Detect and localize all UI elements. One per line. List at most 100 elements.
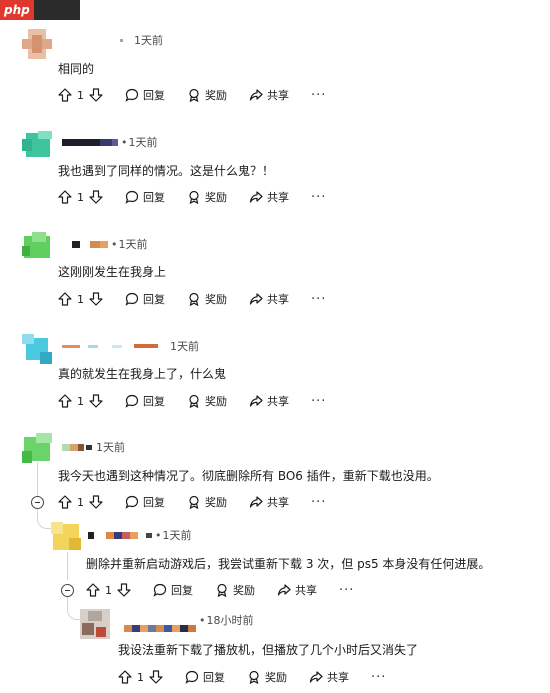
share-button[interactable]: 共享 bbox=[249, 87, 289, 103]
share-button[interactable]: 共享 bbox=[249, 494, 289, 510]
comment-actions: 1 回复 奖励 共享 ··· bbox=[58, 85, 326, 105]
reply-label: 回复 bbox=[143, 191, 165, 204]
share-button[interactable]: 共享 bbox=[309, 669, 349, 685]
upvote-icon[interactable] bbox=[58, 394, 72, 408]
award-button[interactable]: 奖励 bbox=[187, 494, 227, 510]
downvote-icon[interactable] bbox=[89, 495, 103, 509]
comment-text: 相同的 bbox=[58, 62, 95, 76]
username[interactable] bbox=[118, 623, 196, 633]
comment-actions: 1 回复 奖励 共享 ··· bbox=[58, 492, 326, 512]
upvote-icon[interactable] bbox=[118, 670, 132, 684]
more-options-button[interactable]: ··· bbox=[311, 190, 326, 205]
vote-group: 1 bbox=[58, 190, 103, 204]
timestamp[interactable]: 18小时前 bbox=[207, 612, 254, 628]
award-icon bbox=[189, 190, 199, 204]
comment-header: 1天前 bbox=[58, 338, 199, 354]
reply-button[interactable]: 回复 bbox=[125, 291, 165, 307]
share-label: 共享 bbox=[327, 671, 349, 684]
reply-button[interactable]: 回复 bbox=[125, 87, 165, 103]
username[interactable] bbox=[86, 530, 152, 540]
vote-count: 1 bbox=[77, 394, 84, 408]
more-options-button[interactable]: ··· bbox=[311, 292, 326, 307]
share-button[interactable]: 共享 bbox=[249, 291, 289, 307]
share-icon bbox=[249, 293, 263, 305]
vote-count: 1 bbox=[77, 190, 84, 204]
upvote-icon[interactable] bbox=[58, 495, 72, 509]
reply-bubble-icon bbox=[125, 88, 139, 102]
timestamp[interactable]: 1天前 bbox=[134, 32, 163, 48]
more-options-button[interactable]: ··· bbox=[311, 88, 326, 103]
avatar[interactable] bbox=[22, 131, 52, 161]
username[interactable] bbox=[58, 341, 158, 351]
more-options-button[interactable]: ··· bbox=[311, 394, 326, 409]
collapse-thread-button[interactable] bbox=[31, 496, 44, 509]
more-options-button[interactable]: ··· bbox=[339, 583, 354, 598]
avatar[interactable] bbox=[22, 29, 52, 59]
award-button[interactable]: 奖励 bbox=[187, 87, 227, 103]
reply-button[interactable]: 回复 bbox=[125, 393, 165, 409]
comment-text: 删除并重新启动游戏后，我尝试重新下载 3 次，但 ps5 本身没有任何进展。 bbox=[86, 557, 491, 571]
avatar[interactable] bbox=[22, 433, 52, 463]
timestamp[interactable]: 1天前 bbox=[170, 338, 199, 354]
more-options-button[interactable]: ··· bbox=[311, 495, 326, 510]
share-button[interactable]: 共享 bbox=[249, 189, 289, 205]
share-label: 共享 bbox=[267, 496, 289, 509]
reply-label: 回复 bbox=[203, 671, 225, 684]
timestamp[interactable]: 1天前 bbox=[96, 439, 125, 455]
award-icon bbox=[189, 394, 199, 408]
vote-group: 1 bbox=[58, 394, 103, 408]
award-label: 奖励 bbox=[205, 89, 227, 102]
share-label: 共享 bbox=[267, 89, 289, 102]
reply-label: 回复 bbox=[143, 293, 165, 306]
award-button[interactable]: 奖励 bbox=[187, 291, 227, 307]
downvote-icon[interactable] bbox=[149, 670, 163, 684]
downvote-icon[interactable] bbox=[89, 88, 103, 102]
upvote-icon[interactable] bbox=[58, 292, 72, 306]
vote-count: 1 bbox=[77, 495, 84, 509]
comment-text: 我也遇到了同样的情况。这是什么鬼？！ bbox=[58, 164, 275, 178]
comment-actions: 1 回复 奖励 共享 ··· bbox=[58, 187, 326, 207]
award-button[interactable]: 奖励 bbox=[215, 582, 255, 598]
award-label: 奖励 bbox=[265, 671, 287, 684]
comment-actions: 1 回复 奖励 共享 ··· bbox=[58, 391, 326, 411]
reply-button[interactable]: 回复 bbox=[185, 669, 225, 685]
comment-text: 我设法重新下载了播放机，但播放了几个小时后又消失了 bbox=[118, 643, 419, 657]
comment-text: 我今天也遇到这种情况了。彻底删除所有 BO6 插件，重新下载也没用。 bbox=[58, 469, 439, 483]
timestamp[interactable]: 1天前 bbox=[163, 527, 192, 543]
award-button[interactable]: 奖励 bbox=[187, 189, 227, 205]
reply-label: 回复 bbox=[143, 395, 165, 408]
avatar[interactable] bbox=[51, 522, 81, 552]
vote-count: 1 bbox=[77, 88, 84, 102]
downvote-icon[interactable] bbox=[89, 190, 103, 204]
timestamp[interactable]: 1天前 bbox=[129, 134, 158, 150]
share-button[interactable]: 共享 bbox=[249, 393, 289, 409]
vote-count: 1 bbox=[77, 292, 84, 306]
collapse-thread-button[interactable] bbox=[61, 584, 74, 597]
reply-label: 回复 bbox=[171, 584, 193, 597]
award-button[interactable]: 奖励 bbox=[247, 669, 287, 685]
reply-button[interactable]: 回复 bbox=[125, 189, 165, 205]
award-button[interactable]: 奖励 bbox=[187, 393, 227, 409]
username[interactable] bbox=[58, 442, 92, 452]
upvote-icon[interactable] bbox=[58, 88, 72, 102]
reply-button[interactable]: 回复 bbox=[125, 494, 165, 510]
comment-header: • 1天前 bbox=[86, 527, 192, 543]
share-button[interactable]: 共享 bbox=[277, 582, 317, 598]
username[interactable] bbox=[58, 35, 130, 45]
username[interactable] bbox=[58, 239, 108, 249]
reply-bubble-icon bbox=[185, 670, 199, 684]
avatar[interactable] bbox=[80, 609, 110, 639]
avatar[interactable] bbox=[22, 232, 52, 262]
downvote-icon[interactable] bbox=[89, 394, 103, 408]
share-icon bbox=[309, 671, 323, 683]
reply-button[interactable]: 回复 bbox=[153, 582, 193, 598]
avatar[interactable] bbox=[22, 334, 52, 364]
downvote-icon[interactable] bbox=[117, 583, 131, 597]
more-options-button[interactable]: ··· bbox=[371, 670, 386, 685]
comment-text: 这刚刚发生在我身上 bbox=[58, 265, 167, 279]
downvote-icon[interactable] bbox=[89, 292, 103, 306]
timestamp[interactable]: 1天前 bbox=[119, 236, 148, 252]
username[interactable] bbox=[58, 137, 118, 147]
upvote-icon[interactable] bbox=[58, 190, 72, 204]
upvote-icon[interactable] bbox=[86, 583, 100, 597]
